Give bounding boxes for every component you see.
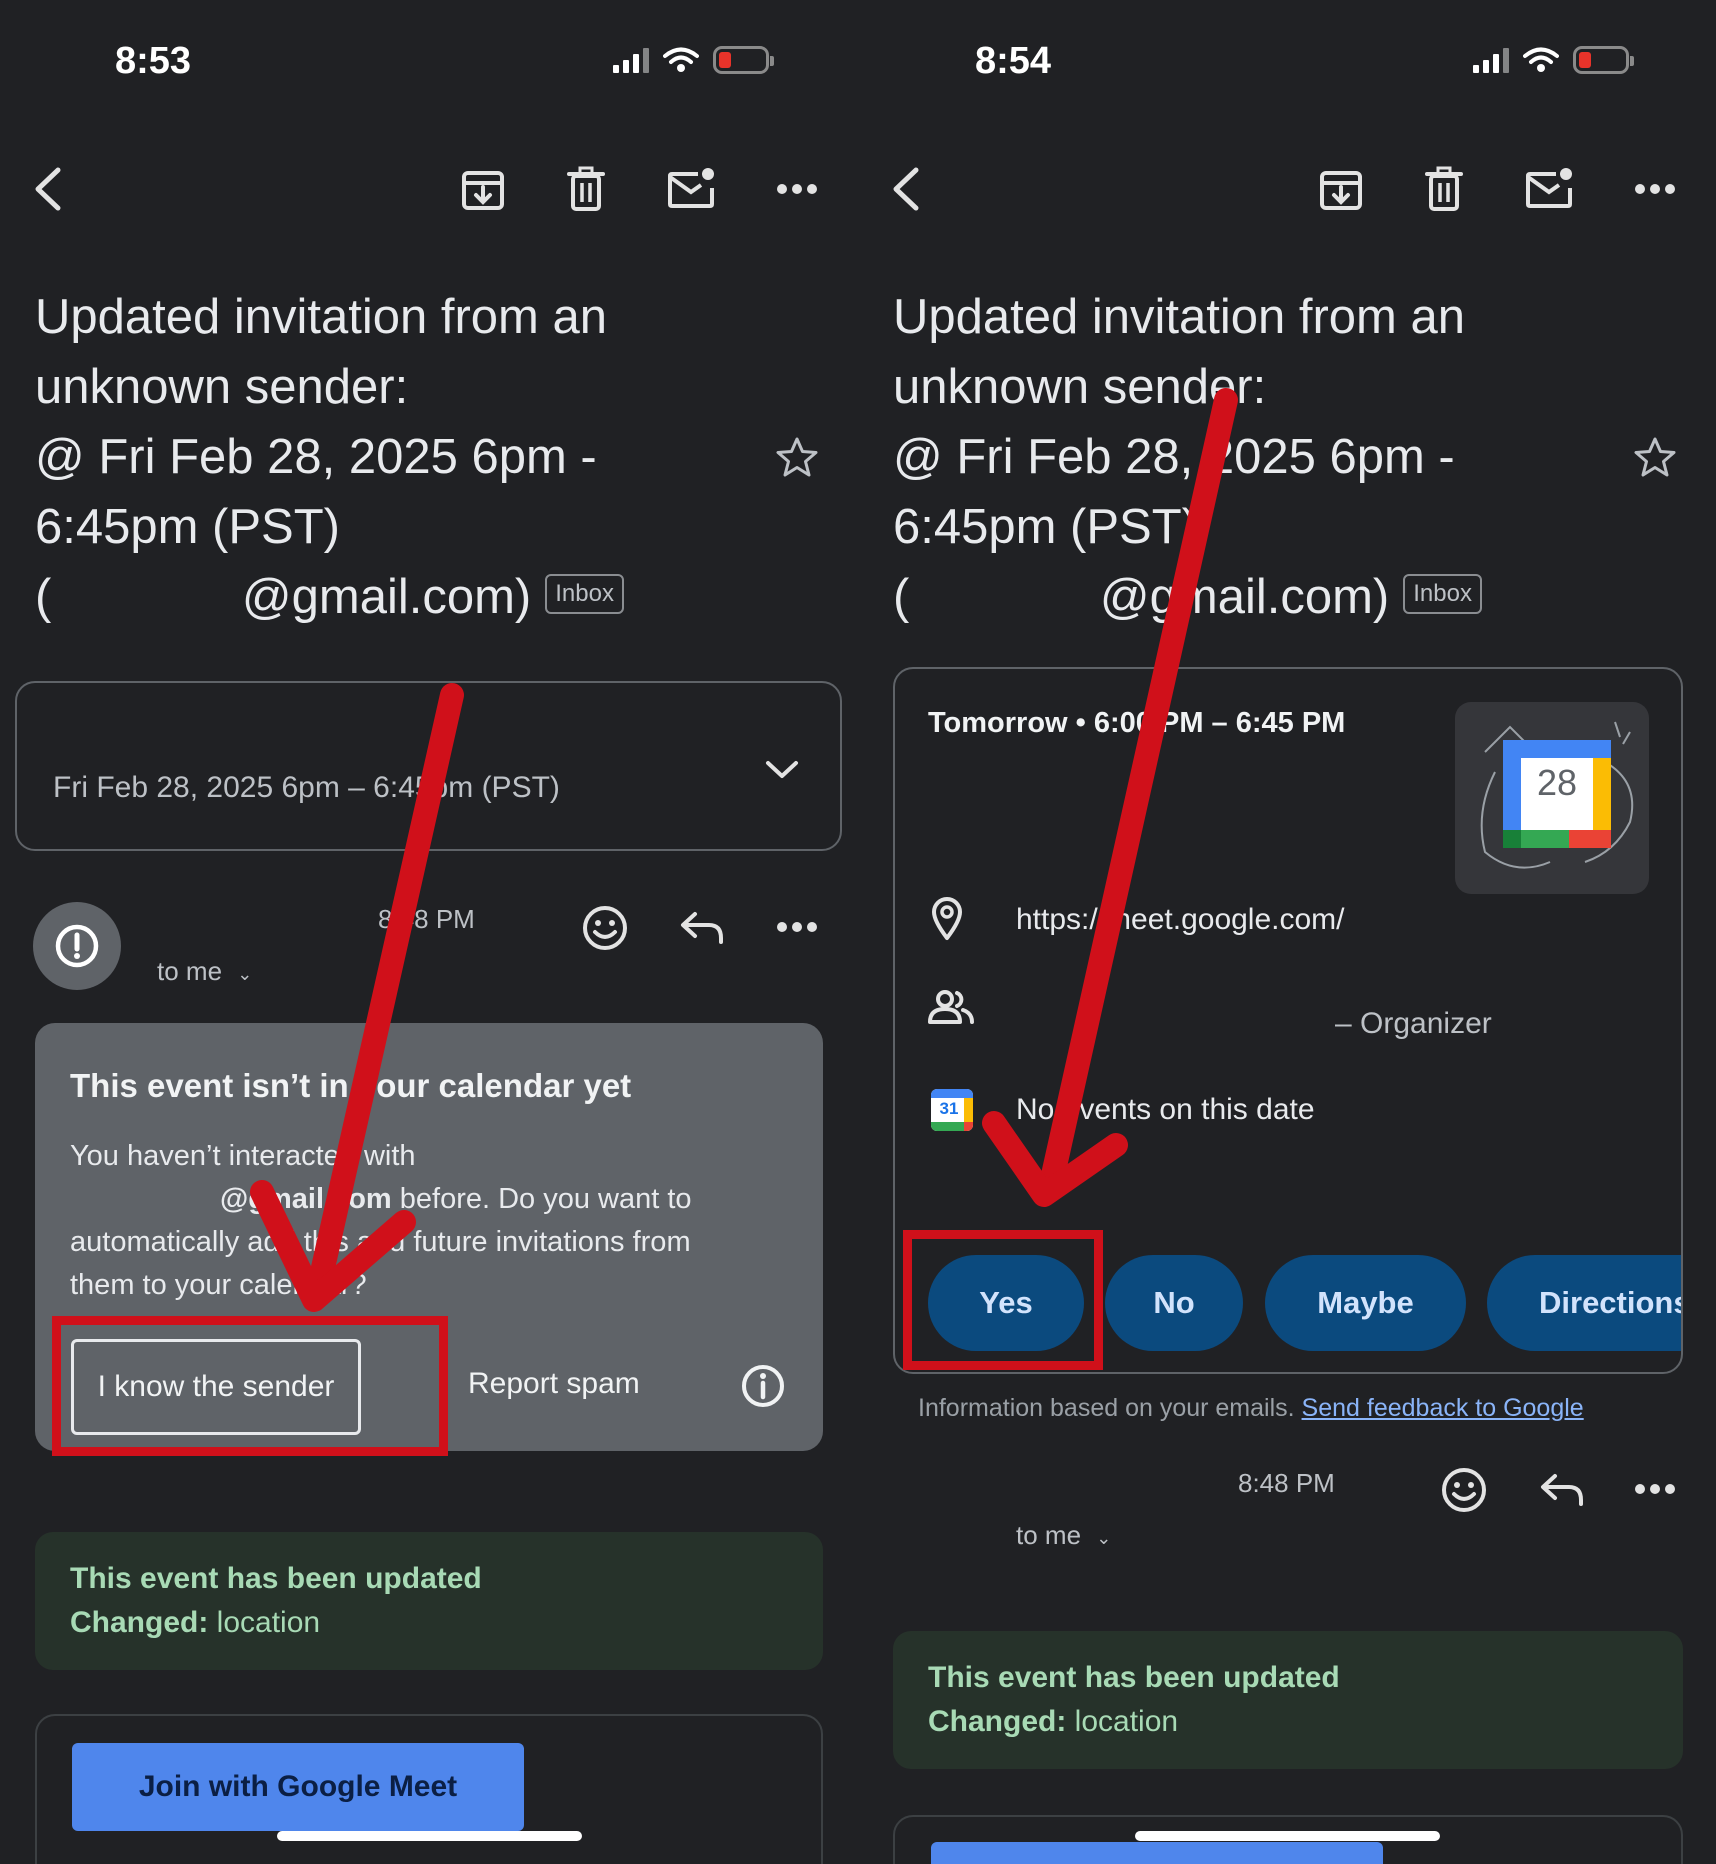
left-screen: 8:53 Updated invitation from an unknown … xyxy=(0,0,858,1864)
annotation-arrow xyxy=(250,683,464,1312)
right-screen: 8:54 Updated invitation from an unknown … xyxy=(858,0,1716,1864)
annotation-arrow xyxy=(982,388,1238,1207)
